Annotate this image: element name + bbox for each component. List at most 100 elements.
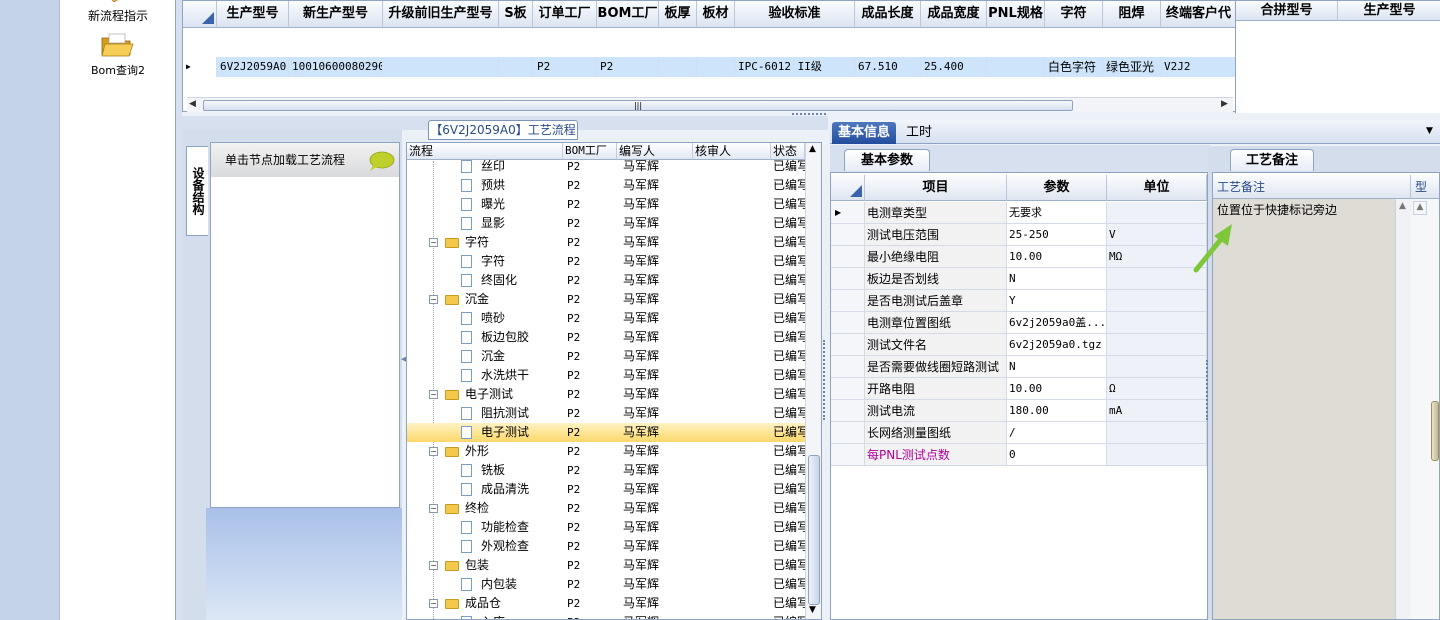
param-row[interactable]: ▶ 电测章类型 无要求: [831, 202, 1207, 224]
col-header[interactable]: 字符: [1045, 1, 1103, 28]
tree-folder-row[interactable]: − 电子测试 P2 马军辉 已编写: [407, 385, 805, 404]
scroll-thumb[interactable]: |||: [203, 100, 1073, 111]
tree-item-row[interactable]: 成品清洗 P2 马军辉 已编写: [407, 480, 805, 499]
col-header[interactable]: 订单工厂: [533, 1, 597, 28]
scroll-up-icon[interactable]: ▲: [1413, 201, 1427, 215]
tab-basic-info[interactable]: 基本信息: [832, 122, 897, 144]
col-header[interactable]: 项目: [865, 175, 1007, 201]
col-header[interactable]: 板材: [697, 1, 735, 28]
tab-basic-params[interactable]: 基本参数: [844, 149, 930, 171]
horizontal-scrollbar[interactable]: ◀ ||| ▶: [187, 97, 1233, 112]
tree-item-row[interactable]: 铣板 P2 马军辉 已编写: [407, 461, 805, 480]
expand-toggle-icon[interactable]: −: [429, 233, 438, 252]
param-row[interactable]: 最小绝缘电阻 10.00 MΩ: [831, 246, 1207, 268]
param-value[interactable]: 6v2j2059a0盖...: [1007, 312, 1107, 334]
param-value[interactable]: 10.00: [1007, 246, 1107, 268]
param-value[interactable]: Y: [1007, 290, 1107, 312]
tree-item-row[interactable]: 预烘 P2 马军辉 已编写: [407, 176, 805, 195]
param-row[interactable]: 开路电阻 10.00 Ω: [831, 378, 1207, 400]
tree-item-row[interactable]: 板边包胶 P2 马军辉 已编写: [407, 328, 805, 347]
expand-toggle-icon[interactable]: −: [429, 385, 438, 404]
tree-item-row[interactable]: 显影 P2 马军辉 已编写: [407, 214, 805, 233]
note-scroll-thumb[interactable]: [1431, 401, 1439, 461]
param-value[interactable]: /: [1007, 422, 1107, 444]
param-value[interactable]: 10.00: [1007, 378, 1107, 400]
tree-item-row[interactable]: 阻抗测试 P2 马军辉 已编写: [407, 404, 805, 423]
param-value[interactable]: 无要求: [1007, 202, 1107, 224]
col-header[interactable]: 终端客户代: [1161, 1, 1237, 28]
expand-toggle-icon[interactable]: −: [429, 290, 438, 309]
tree-item-row[interactable]: 入库 P2 马军辉 已编写: [407, 613, 805, 619]
param-row[interactable]: 板边是否划线 N: [831, 268, 1207, 290]
param-row[interactable]: 测试电流 180.00 mA: [831, 400, 1207, 422]
col-header[interactable]: PNL规格: [987, 1, 1045, 28]
table-row[interactable]: ▶ 6V2J2059A0 10010600080290 P2 P2 IPC-60…: [183, 29, 1237, 77]
note-scrollbar[interactable]: ▲: [1395, 199, 1411, 619]
tree-item-row[interactable]: 电子测试 P2 马军辉 已编写: [407, 423, 805, 442]
tree-item-row[interactable]: 水洗烘干 P2 马军辉 已编写: [407, 366, 805, 385]
expand-toggle-icon[interactable]: −: [429, 594, 438, 613]
param-row[interactable]: 测试文件名 6v2j2059a0.tgz: [831, 334, 1207, 356]
col-header[interactable]: 参数: [1007, 175, 1107, 201]
col-header[interactable]: 生产型号: [217, 1, 289, 28]
col-header[interactable]: S板: [499, 1, 533, 28]
tree-scroll-thumb[interactable]: [808, 455, 820, 605]
tree-folder-row[interactable]: − 沉金 P2 马军辉 已编写: [407, 290, 805, 309]
tab-work-hours[interactable]: 工时: [900, 122, 938, 144]
col-header[interactable]: 阻焊: [1103, 1, 1161, 28]
param-row[interactable]: 电测章位置图纸 6v2j2059a0盖...: [831, 312, 1207, 334]
scroll-up-icon[interactable]: ▲: [809, 144, 816, 154]
col-header[interactable]: 工艺备注: [1213, 175, 1411, 199]
tree-item-row[interactable]: 曝光 P2 马军辉 已编写: [407, 195, 805, 214]
col-header[interactable]: 板厚: [659, 1, 697, 28]
tree-item-row[interactable]: 功能检查 P2 马军辉 已编写: [407, 518, 805, 537]
param-value[interactable]: 25-250: [1007, 224, 1107, 246]
col-header[interactable]: BOM工厂: [597, 1, 659, 28]
tree-folder-row[interactable]: − 包装 P2 马军辉 已编写: [407, 556, 805, 575]
col-header[interactable]: 验收标准: [735, 1, 855, 28]
tree-folder-row[interactable]: − 终检 P2 马军辉 已编写: [407, 499, 805, 518]
col-header[interactable]: 新生产型号: [289, 1, 383, 28]
expand-toggle-icon[interactable]: −: [429, 442, 438, 461]
scroll-down-icon[interactable]: ▼: [809, 605, 816, 615]
param-value[interactable]: 6v2j2059a0.tgz: [1007, 334, 1107, 356]
col-header[interactable]: 型: [1411, 175, 1439, 199]
splitter-grip-icon[interactable]: [792, 113, 826, 117]
col-header[interactable]: 合拼型号: [1236, 1, 1338, 21]
tree-folder-row[interactable]: − 字符 P2 马军辉 已编写: [407, 233, 805, 252]
scroll-up-icon[interactable]: ▲: [1399, 201, 1406, 211]
tree-item-row[interactable]: 内包装 P2 马军辉 已编写: [407, 575, 805, 594]
scroll-left-icon[interactable]: ◀: [189, 99, 196, 109]
tree-folder-row[interactable]: − 成品仓 P2 马军辉 已编写: [407, 594, 805, 613]
splitter-grip-icon[interactable]: [823, 340, 829, 420]
param-row[interactable]: 是否电测试后盖章 Y: [831, 290, 1207, 312]
expand-toggle-icon[interactable]: −: [429, 556, 438, 575]
col-header[interactable]: 成品宽度: [921, 1, 987, 28]
side-tab-equipment[interactable]: 设备结构: [186, 146, 208, 236]
tree-item-row[interactable]: 外观检查 P2 马军辉 已编写: [407, 537, 805, 556]
tree-item-row[interactable]: 终固化 P2 马军辉 已编写: [407, 271, 805, 290]
note-textarea[interactable]: 位置位于快捷标记旁边: [1213, 199, 1395, 619]
chevron-down-icon[interactable]: ▼: [1426, 126, 1433, 136]
nav-item-bom-query[interactable]: Bom查询2: [60, 32, 176, 80]
param-value[interactable]: 0: [1007, 444, 1107, 466]
tree-item-row[interactable]: 沉金 P2 马军辉 已编写: [407, 347, 805, 366]
collapse-left-icon[interactable]: ◀: [401, 355, 406, 375]
param-row[interactable]: 每PNL测试点数 0: [831, 444, 1207, 466]
param-row[interactable]: 长网络测量图纸 /: [831, 422, 1207, 444]
col-header[interactable]: 升级前旧生产型号: [383, 1, 499, 28]
expand-toggle-icon[interactable]: −: [429, 499, 438, 518]
param-row[interactable]: 测试电压范围 25-250 V: [831, 224, 1207, 246]
param-row[interactable]: 是否需要做线圈短路测试 N: [831, 356, 1207, 378]
param-value[interactable]: N: [1007, 356, 1107, 378]
param-value[interactable]: 180.00: [1007, 400, 1107, 422]
scroll-right-icon[interactable]: ▶: [1221, 99, 1228, 109]
tree-item-row[interactable]: 喷砂 P2 马军辉 已编写: [407, 309, 805, 328]
tree-item-row[interactable]: 丝印 P2 马军辉 已编写: [407, 157, 805, 176]
col-header[interactable]: 成品长度: [855, 1, 921, 28]
tab-process-notes[interactable]: 工艺备注: [1230, 149, 1314, 171]
tree-folder-row[interactable]: − 外形 P2 马军辉 已编写: [407, 442, 805, 461]
col-header[interactable]: 生产型号: [1338, 1, 1440, 21]
col-header[interactable]: 单位: [1107, 175, 1207, 201]
param-value[interactable]: N: [1007, 268, 1107, 290]
